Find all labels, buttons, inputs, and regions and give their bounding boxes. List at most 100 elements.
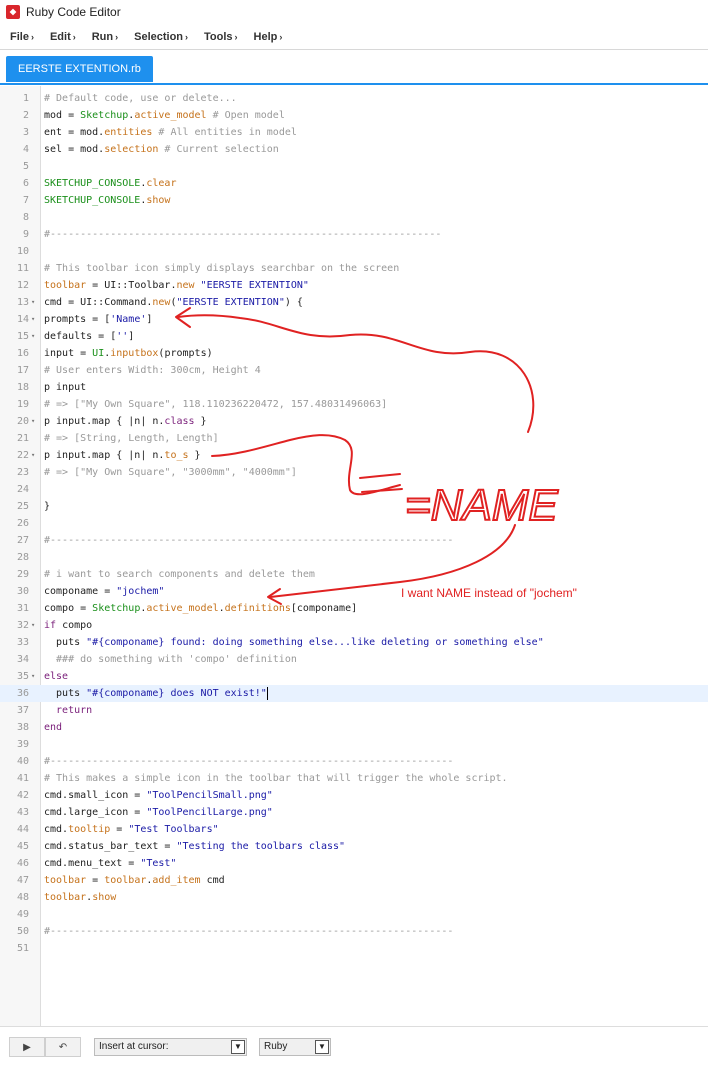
line-number: 24 [16, 484, 29, 495]
undo-icon: ↶ [58, 1041, 68, 1053]
fold-toggle-icon[interactable]: ▾ [31, 294, 39, 311]
code-line[interactable]: 44 cmd.tooltip = "Test Toolbars" [0, 821, 708, 838]
language-select[interactable]: Ruby ▼ [259, 1038, 331, 1056]
fold-toggle-icon[interactable]: ▾ [31, 413, 39, 430]
code-line[interactable]: 18 p input [0, 379, 708, 396]
code-line[interactable]: 8 [0, 209, 708, 226]
code-line[interactable]: 51 [0, 940, 708, 957]
line-number: 26 [16, 518, 29, 529]
tab-eerste-extention[interactable]: EERSTE EXTENTION.rb [6, 56, 153, 82]
code-line[interactable]: 39 [0, 736, 708, 753]
code-area[interactable]: 1 # Default code, use or delete... 2 mod = … [0, 90, 708, 957]
code-token: if [44, 620, 57, 631]
menu-run[interactable]: Run › [92, 31, 118, 43]
run-button[interactable]: ▶ [9, 1037, 45, 1057]
undo-button[interactable]: ↶ [45, 1037, 81, 1057]
code-line[interactable]: 32 ▾ if compo [0, 617, 708, 634]
fold-toggle-icon[interactable]: ▾ [31, 447, 39, 464]
fold-toggle-icon[interactable]: ▾ [31, 617, 39, 634]
code-line[interactable]: 26 [0, 515, 708, 532]
code-text: #---------------------------------------… [44, 226, 441, 243]
code-line[interactable]: 21 # => [String, Length, Length] [0, 430, 708, 447]
code-line[interactable]: 30 componame = "jochem" [0, 583, 708, 600]
code-line[interactable]: 29 # i want to search components and dele… [0, 566, 708, 583]
code-token: # Default code, use or delete... [44, 93, 237, 104]
code-line[interactable]: 1 # Default code, use or delete... [0, 90, 708, 107]
line-number: 33 [16, 637, 29, 648]
code-line[interactable]: 34 ### do something with 'compo' definit… [0, 651, 708, 668]
code-line[interactable]: 12 toolbar = UI::Toolbar.new "EERSTE EXTE… [0, 277, 708, 294]
code-line[interactable]: 16 input = UI.inputbox(prompts) [0, 345, 708, 362]
code-line[interactable]: 9 #--------------------------------------… [0, 226, 708, 243]
code-line[interactable]: 47 toolbar = toolbar.add_item cmd [0, 872, 708, 889]
code-line[interactable]: 27 #-------------------------------------… [0, 532, 708, 549]
code-line[interactable]: 33 puts "#{componame} found: doing somet… [0, 634, 708, 651]
code-line[interactable]: 48 toolbar.show [0, 889, 708, 906]
code-line[interactable]: 2 mod = Sketchup.active_model # Open mode… [0, 107, 708, 124]
code-line[interactable]: 13 ▾ cmd = UI::Command.new("EERSTE EXTENTI… [0, 294, 708, 311]
code-line[interactable]: 7 SKETCHUP_CONSOLE.show [0, 192, 708, 209]
code-line[interactable]: 22 ▾ p input.map { |n| n.to_s } [0, 447, 708, 464]
line-number: 5 [22, 161, 29, 172]
code-token: cmd.status_bar_text = [44, 841, 177, 852]
code-line[interactable]: 42 cmd.small_icon = "ToolPencilSmall.png" [0, 787, 708, 804]
code-text: toolbar.show [44, 889, 116, 906]
menu-tools[interactable]: Tools › [204, 31, 238, 43]
code-token: componame = [44, 586, 117, 597]
fold-toggle-icon[interactable]: ▾ [31, 668, 39, 685]
code-line[interactable]: 15 ▾ defaults = [''] [0, 328, 708, 345]
code-token: toolbar [104, 875, 147, 886]
code-line[interactable]: 41 # This makes a simple icon in the tool… [0, 770, 708, 787]
code-text: cmd = UI::Command.new("EERSTE EXTENTION"… [44, 294, 303, 311]
line-number: 49 [16, 909, 29, 920]
fold-toggle-icon[interactable]: ▾ [31, 311, 39, 328]
code-line[interactable]: 40 #-------------------------------------… [0, 753, 708, 770]
menu-file[interactable]: File › [10, 31, 34, 43]
code-token: # All entities in model [152, 127, 297, 138]
code-token: toolbar [44, 875, 87, 886]
code-line[interactable]: 4 sel = mod.selection # Current selection [0, 141, 708, 158]
code-line[interactable]: 24 [0, 481, 708, 498]
line-number: 7 [22, 195, 29, 206]
code-line[interactable]: 36 puts "#{componame} does NOT exist!" [0, 685, 708, 702]
code-text: # This makes a simple icon in the toolba… [44, 770, 508, 787]
code-text: # Default code, use or delete... [44, 90, 237, 107]
code-text: SKETCHUP_CONSOLE.clear [44, 175, 176, 192]
code-line[interactable]: 14 ▾ prompts = ['Name'] [0, 311, 708, 328]
code-token: "Testing the toolbars class" [176, 841, 346, 852]
code-token: # This makes a simple icon in the toolba… [44, 773, 508, 784]
code-text: # This toolbar icon simply displays sear… [44, 260, 399, 277]
code-line[interactable]: 11 # This toolbar icon simply displays se… [0, 260, 708, 277]
code-line[interactable]: 25} [0, 498, 708, 515]
code-text: #---------------------------------------… [44, 753, 453, 770]
menu-edit[interactable]: Edit › [50, 31, 76, 43]
menu-selection[interactable]: Selection › [134, 31, 188, 43]
code-line[interactable]: 50 #-------------------------------------… [0, 923, 708, 940]
code-line[interactable]: 23 # => ["My Own Square", "3000mm", "4000… [0, 464, 708, 481]
code-line[interactable]: 19 # => ["My Own Square", 118.11023622047… [0, 396, 708, 413]
code-line[interactable]: 35 ▾ else [0, 668, 708, 685]
code-line[interactable]: 45 cmd.status_bar_text = "Testing the too… [0, 838, 708, 855]
code-line[interactable]: 37 return [0, 702, 708, 719]
code-line[interactable]: 3 ent = mod.entities # All entities in mo… [0, 124, 708, 141]
code-line[interactable]: 6 SKETCHUP_CONSOLE.clear [0, 175, 708, 192]
code-line[interactable]: 46 cmd.menu_text = "Test" [0, 855, 708, 872]
code-line[interactable]: 10 [0, 243, 708, 260]
code-editor[interactable]: 1 # Default code, use or delete... 2 mod = … [0, 86, 708, 1026]
code-token: # Current selection [158, 144, 279, 155]
code-line[interactable]: 5 [0, 158, 708, 175]
code-token: puts [44, 637, 87, 648]
menu-help[interactable]: Help › [254, 31, 283, 43]
code-line[interactable]: 31 compo = Sketchup.active_model.definiti… [0, 600, 708, 617]
menu-bar: File › Edit › Run › Selection › Tools › Help › [0, 26, 708, 48]
code-line[interactable]: 38 end [0, 719, 708, 736]
insert-at-cursor-select[interactable]: Insert at cursor: ▼ [94, 1038, 247, 1056]
code-line[interactable]: 20 ▾ p input.map { |n| n.class } [0, 413, 708, 430]
code-line[interactable]: 43 cmd.large_icon = "ToolPencilLarge.png" [0, 804, 708, 821]
fold-toggle-icon[interactable]: ▾ [31, 328, 39, 345]
code-line[interactable]: 49 [0, 906, 708, 923]
code-line[interactable]: 28 [0, 549, 708, 566]
code-text: toolbar = toolbar.add_item cmd [44, 872, 225, 889]
code-token: "ToolPencilLarge.png" [146, 807, 273, 818]
code-line[interactable]: 17 # User enters Width: 300cm, Height 4 [0, 362, 708, 379]
